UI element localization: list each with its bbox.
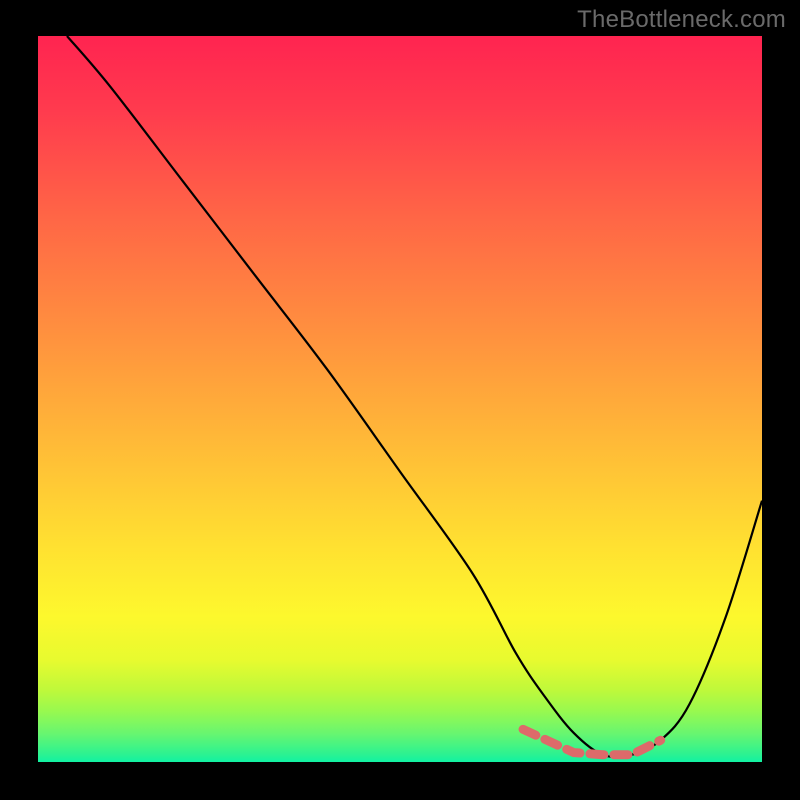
watermark-text: TheBottleneck.com	[577, 6, 786, 34]
chart-svg	[38, 36, 762, 762]
bottleneck-curve	[67, 36, 762, 757]
plot-area	[38, 36, 762, 762]
marker-band	[523, 729, 661, 754]
